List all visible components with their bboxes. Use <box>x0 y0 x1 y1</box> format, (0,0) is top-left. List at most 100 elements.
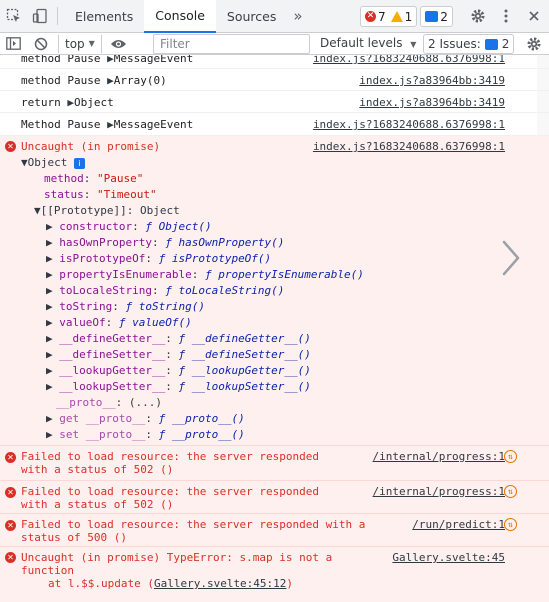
issues-label: 2 Issues: <box>428 37 481 51</box>
settings-gear-icon[interactable] <box>467 5 489 27</box>
log-levels-label: Default levels <box>320 36 403 50</box>
expand-arrow-icon[interactable]: ▶ <box>107 74 114 87</box>
tab-separator <box>57 7 58 25</box>
proto-item[interactable]: ▶ isPrototypeOf: ƒ isPrototypeOf() <box>46 252 271 265</box>
log-source-link[interactable]: /internal/progress:1 <box>373 450 505 463</box>
devtools-right-icons <box>467 5 545 27</box>
log-source-link[interactable]: index.js?1683240688.6376998:1 <box>313 140 505 153</box>
proto-item[interactable]: ▶ toLocaleString: ƒ toLocaleString() <box>46 284 284 297</box>
expand-arrow-icon[interactable]: ▶ <box>107 118 114 131</box>
proto-item[interactable]: ▶ __lookupGetter__: ƒ __lookupGetter__() <box>46 364 311 377</box>
log-value: Object <box>73 96 114 109</box>
message-counter[interactable]: 2 <box>420 6 453 27</box>
proto-accessor[interactable]: __proto__: (...) <box>56 396 162 409</box>
expand-arrow-icon[interactable]: ▶ <box>107 55 114 65</box>
chevron-down-icon: ▼ <box>410 40 417 49</box>
tab-console[interactable]: Console <box>144 0 216 33</box>
log-value: MessageEvent <box>113 118 194 131</box>
network-request-icon[interactable]: ⇅ <box>504 450 517 463</box>
error-count: 7 <box>378 9 386 24</box>
chevron-right-icon[interactable] <box>500 238 522 278</box>
log-value: Array(0) <box>113 74 167 87</box>
error-message-line: Failed to load resource: the server resp… <box>21 450 320 463</box>
tab-elements[interactable]: Elements <box>64 0 144 33</box>
log-row: method Pause ▶MessageEvent index.js?1683… <box>0 55 549 69</box>
error-message-line: Failed to load resource: the server resp… <box>21 485 320 498</box>
collapsed-arrow-icon: ▶ <box>46 380 60 393</box>
stack-frame: at l.$$.update (Gallery.svelte:45:12) <box>48 577 294 590</box>
error-warning-counter[interactable]: ✕ 7 1 <box>360 6 418 27</box>
prototype-label: [[Prototype]]: Object <box>40 204 180 217</box>
collapsed-arrow-icon: ▶ <box>46 268 60 281</box>
log-source-link[interactable]: index.js?1683240688.6376998:1 <box>313 118 505 131</box>
network-request-icon[interactable]: ⇅ <box>504 485 517 498</box>
log-source-link[interactable]: index.js?1683240688.6376998:1 <box>313 55 505 65</box>
collapsed-arrow-icon: ▶ <box>46 284 60 297</box>
tab-sources[interactable]: Sources <box>216 0 287 33</box>
proto-item[interactable]: ▶ hasOwnProperty: ƒ hasOwnProperty() <box>46 236 284 249</box>
error-title: Uncaught (in promise) <box>21 140 161 153</box>
expand-arrow-icon[interactable]: ▶ <box>67 96 74 109</box>
error-icon: ✕ <box>365 11 376 22</box>
object-label: Object <box>27 156 68 169</box>
network-request-icon[interactable]: ⇅ <box>504 518 517 531</box>
uncaught-promise-error: ✕ Uncaught (in promise) index.js?1683240… <box>0 136 549 446</box>
network-error-row: ✕ Failed to load resource: the server re… <box>0 446 549 481</box>
log-levels-dropdown[interactable]: Default levels ▼ <box>320 36 416 50</box>
log-row: return ▶Object index.js?a83964bb:3419 <box>0 91 549 113</box>
property-key: status <box>44 188 84 201</box>
filter-input[interactable] <box>153 34 310 54</box>
proto-item[interactable]: ▶ __defineGetter__: ƒ __defineGetter__() <box>46 332 311 345</box>
console-settings-gear-icon[interactable] <box>523 33 545 55</box>
context-selector-label: top <box>65 36 85 51</box>
log-source-link[interactable]: /internal/progress:1 <box>373 485 505 498</box>
expanded-arrow-icon: ▼ <box>21 156 28 169</box>
more-options-icon[interactable] <box>495 5 517 27</box>
collapsed-arrow-icon: ▶ <box>46 332 60 345</box>
issues-button[interactable]: 2 Issues: 2 <box>423 34 515 54</box>
stack-frame-link[interactable]: Gallery.svelte:45:12 <box>154 577 286 590</box>
devtools-tab-bar: Elements Console Sources » ✕ 7 1 2 <box>0 0 549 33</box>
issues-message-icon <box>484 38 498 50</box>
proto-item[interactable]: ▶ valueOf: ƒ valueOf() <box>46 316 192 329</box>
error-message-line: function <box>21 564 74 577</box>
proto-setter[interactable]: ▶ set __proto__: ƒ __proto__() <box>46 428 245 441</box>
clear-console-icon[interactable] <box>30 33 52 55</box>
proto-item[interactable]: ▶ propertyIsEnumerable: ƒ propertyIsEnum… <box>46 268 364 281</box>
collapsed-arrow-icon: ▶ <box>46 428 60 441</box>
toolbar-separator <box>100 34 102 53</box>
more-tabs-button[interactable]: » <box>287 0 308 33</box>
property-value: "Timeout" <box>97 188 157 201</box>
proto-item[interactable]: ▶ __defineSetter__: ƒ __defineSetter__() <box>46 348 311 361</box>
collapsed-arrow-icon: ▶ <box>46 348 60 361</box>
message-icon <box>425 11 439 22</box>
live-expression-eye-icon[interactable] <box>108 33 130 55</box>
info-icon[interactable]: i <box>74 158 85 169</box>
collapsed-arrow-icon: ▶ <box>46 220 60 233</box>
inspect-element-icon[interactable] <box>3 5 25 27</box>
log-text: method Pause <box>21 55 108 65</box>
proto-item[interactable]: ▶ constructor: ƒ Object() <box>46 220 212 233</box>
console-toolbar: top ▼ Default levels ▼ 2 Issues: 2 <box>0 33 549 55</box>
log-source-link[interactable]: index.js?a83964bb:3419 <box>359 74 505 87</box>
chevron-down-icon: ▼ <box>88 39 95 48</box>
log-source-link[interactable]: /run/predict:1 <box>412 518 505 531</box>
network-error-row: ✕ Failed to load resource: the server re… <box>0 481 549 514</box>
collapsed-arrow-icon: ▶ <box>46 236 60 249</box>
log-source-link[interactable]: index.js?a83964bb:3419 <box>359 96 505 109</box>
console-log: method Pause ▶MessageEvent index.js?1683… <box>0 55 549 602</box>
proto-item[interactable]: ▶ toString: ƒ toString() <box>46 300 205 313</box>
proto-item[interactable]: ▶ __lookupSetter__: ƒ __lookupSetter__() <box>46 380 311 393</box>
log-text: method Pause <box>21 74 108 87</box>
object-expander[interactable]: ▼Object i <box>21 156 85 169</box>
context-selector[interactable]: top ▼ <box>65 37 95 51</box>
close-devtools-icon[interactable] <box>523 5 545 27</box>
prototype-expander[interactable]: ▼[[Prototype]]: Object <box>34 204 180 217</box>
proto-getter[interactable]: ▶ get __proto__: ƒ __proto__() <box>46 412 245 425</box>
log-source-link[interactable]: Gallery.svelte:45 <box>392 551 505 564</box>
log-text: Method Pause <box>21 118 108 131</box>
device-toolbar-icon[interactable] <box>29 5 51 27</box>
error-icon: ✕ <box>5 141 16 152</box>
error-message-line: Failed to load resource: the server resp… <box>21 518 366 531</box>
sidebar-toggle-icon[interactable] <box>2 33 24 55</box>
